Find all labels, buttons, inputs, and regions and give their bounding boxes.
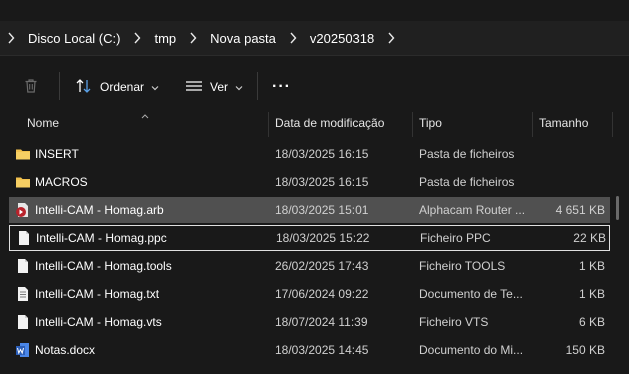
file-size — [529, 141, 605, 167]
file-name: Intelli-CAM - Homag.ppc — [36, 231, 167, 245]
chevron-right-icon[interactable] — [0, 21, 22, 55]
file-date: 26/02/2025 17:43 — [275, 259, 369, 273]
text-file-icon — [15, 286, 31, 302]
folder-icon — [15, 174, 31, 190]
file-size: 1 KB — [578, 259, 605, 273]
file-name: Notas.docx — [35, 343, 96, 357]
file-date: 18/07/2024 11:39 — [275, 315, 368, 329]
file-type: Ficheiro TOOLS — [419, 259, 506, 273]
file-type: Documento do Mi... — [419, 343, 524, 357]
column-size[interactable]: Tamanho — [533, 112, 613, 137]
file-date: 18/03/2025 14:45 — [275, 343, 369, 357]
file-row[interactable]: MACROS 18/03/2025 16:15 Pasta de ficheir… — [9, 169, 610, 195]
file-type: Alphacam Router ... — [419, 203, 526, 217]
command-bar: Ordenar Ver ··· — [0, 56, 629, 112]
sort-label: Ordenar — [100, 80, 145, 94]
file-icon — [15, 258, 31, 274]
file-name: INSERT — [35, 147, 79, 161]
file-icon — [16, 230, 32, 246]
file-size: 150 KB — [565, 343, 605, 357]
file-date: 18/03/2025 15:22 — [276, 231, 370, 245]
file-date: 18/03/2025 16:15 — [275, 147, 369, 161]
file-name: Intelli-CAM - Homag.tools — [35, 259, 172, 273]
more-options-button[interactable]: ··· — [272, 74, 291, 100]
toolbar-divider — [59, 72, 60, 100]
word-doc-icon — [15, 342, 31, 358]
address-bar[interactable]: Disco Local (C:) tmp Nova pasta v2025031… — [0, 21, 629, 56]
file-name: MACROS — [35, 175, 88, 189]
column-date[interactable]: Data de modificação — [269, 112, 412, 137]
file-type: Documento de Te... — [419, 287, 523, 301]
trash-icon — [22, 77, 40, 98]
breadcrumb-item[interactable]: Disco Local (C:) — [22, 31, 126, 46]
file-name: Intelli-CAM - Homag.txt — [35, 287, 160, 301]
file-row[interactable]: Intelli-CAM - Homag.arb 18/03/2025 15:01… — [9, 197, 610, 223]
file-icon — [15, 314, 31, 330]
alphacam-file-icon — [15, 202, 31, 218]
breadcrumb: Disco Local (C:) tmp Nova pasta v2025031… — [0, 21, 402, 55]
file-row[interactable]: Notas.docx 18/03/2025 14:45 Documento do… — [9, 337, 610, 363]
file-size — [529, 169, 605, 195]
file-date: 18/03/2025 16:15 — [275, 175, 369, 189]
sort-icon — [75, 78, 93, 97]
file-size: 22 KB — [573, 231, 606, 245]
folder-icon — [15, 146, 31, 162]
chevron-right-icon[interactable] — [380, 21, 402, 55]
file-date: 18/03/2025 15:01 — [275, 203, 369, 217]
view-button[interactable]: Ver — [185, 74, 243, 100]
file-row[interactable]: INSERT 18/03/2025 16:15 Pasta de ficheir… — [9, 141, 610, 167]
toolbar-divider — [257, 72, 258, 100]
file-size: 6 KB — [578, 315, 605, 329]
chevron-down-icon — [151, 80, 159, 94]
file-row[interactable]: Intelli-CAM - Homag.tools 26/02/2025 17:… — [9, 253, 610, 279]
column-header: Nome Data de modificação Tipo Tamanho — [0, 112, 629, 137]
file-type: Ficheiro VTS — [419, 315, 489, 329]
breadcrumb-item[interactable]: v20250318 — [304, 31, 380, 46]
chevron-right-icon[interactable] — [126, 21, 148, 55]
file-name: Intelli-CAM - Homag.arb — [35, 203, 164, 217]
sort-button[interactable]: Ordenar — [75, 74, 159, 100]
file-type: Ficheiro PPC — [420, 231, 491, 245]
column-resize-handle[interactable] — [612, 112, 613, 137]
view-lines-icon — [185, 79, 203, 96]
file-type: Pasta de ficheiros — [419, 147, 515, 161]
file-size: 4 651 KB — [555, 203, 605, 217]
file-type: Pasta de ficheiros — [419, 175, 515, 189]
file-size: 1 KB — [578, 287, 605, 301]
file-row[interactable]: Intelli-CAM - Homag.txt 17/06/2024 09:22… — [9, 281, 610, 307]
breadcrumb-item[interactable]: Nova pasta — [204, 31, 282, 46]
file-row[interactable]: Intelli-CAM - Homag.vts 18/07/2024 11:39… — [9, 309, 610, 335]
chevron-right-icon[interactable] — [282, 21, 304, 55]
file-row[interactable]: Intelli-CAM - Homag.ppc 18/03/2025 15:22… — [9, 225, 610, 251]
view-label: Ver — [210, 80, 229, 94]
vertical-scrollbar[interactable] — [616, 196, 619, 220]
more-options-label: ··· — [272, 78, 291, 95]
column-name[interactable]: Nome — [21, 112, 269, 137]
title-strip — [0, 0, 629, 18]
chevron-right-icon[interactable] — [182, 21, 204, 55]
column-type[interactable]: Tipo — [413, 112, 532, 137]
delete-button[interactable] — [22, 74, 40, 100]
chevron-down-icon — [235, 80, 243, 94]
file-name: Intelli-CAM - Homag.vts — [35, 315, 162, 329]
file-date: 17/06/2024 09:22 — [275, 287, 369, 301]
breadcrumb-item[interactable]: tmp — [148, 31, 182, 46]
